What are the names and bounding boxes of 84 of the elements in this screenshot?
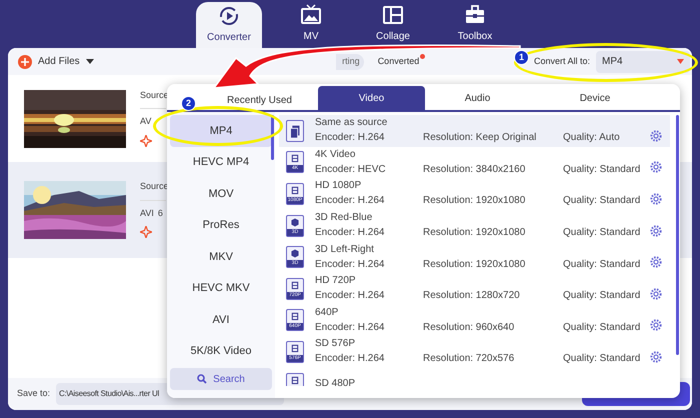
- quality-text: Quality: Auto: [563, 132, 620, 144]
- quality-text: Quality: Standard: [563, 227, 640, 240]
- resolution-text: Resolution: 1920x1080: [423, 227, 526, 240]
- preset-name: 640P: [315, 306, 340, 319]
- status-tab[interactable]: rting: [336, 54, 364, 70]
- settings-icon: [650, 192, 662, 205]
- settings-icon: [650, 161, 662, 174]
- scrollbar-thumb[interactable]: [676, 115, 679, 355]
- encoder-text: Encoder: H.264: [315, 132, 386, 144]
- encoder-text: Encoder: H.264: [315, 322, 386, 334]
- add-files-button[interactable]: Add Files: [18, 54, 94, 69]
- quality-text: Quality: Standard: [563, 353, 640, 366]
- encoder-text: Encoder: H.264: [315, 353, 386, 366]
- quality-text: Quality: Standard: [563, 195, 640, 208]
- caret-icon: [677, 59, 684, 64]
- preset-name: HD 1080P: [315, 180, 362, 192]
- resolution-text: Resolution: Keep Original: [423, 132, 538, 144]
- quality-text: Quality: Standard: [563, 322, 640, 334]
- settings-icon: [650, 350, 662, 363]
- encoder-text: Encoder: H.264: [315, 227, 386, 240]
- preset-name: 3D Red-Blue: [315, 212, 374, 224]
- converter-icon: [218, 5, 240, 27]
- format-category[interactable]: MP4: [170, 115, 272, 146]
- format-tab[interactable]: Audio: [425, 86, 530, 110]
- settings-icon: [650, 319, 662, 332]
- resolution-text: Resolution: 1280x720: [423, 290, 521, 302]
- resolution-text: Resolution: 1920x1080: [423, 195, 526, 208]
- quality-text: Quality: Standard: [563, 290, 640, 302]
- search-icon: [197, 374, 208, 384]
- resolution-text: Resolution: 1920x1080: [423, 258, 526, 271]
- nav-tab[interactable]: Collage: [360, 4, 426, 44]
- format-category[interactable]: ProRes: [170, 210, 272, 241]
- preset-name: Same as source: [315, 117, 388, 130]
- save-to-label: Save to:: [17, 387, 50, 400]
- sparkle-icon: [140, 134, 152, 146]
- tv-icon: [300, 4, 322, 26]
- encoder-text: Encoder: H.264: [315, 195, 386, 208]
- resolution-text: Resolution: 720x576: [423, 353, 516, 366]
- layout-icon: [382, 4, 404, 26]
- format-category[interactable]: AVI: [170, 304, 272, 336]
- quality-text: Quality: Standard: [563, 258, 640, 271]
- resolution-text: Resolution: 960x640: [423, 322, 516, 334]
- scrollbar-thumb[interactable]: [271, 115, 274, 160]
- size-label: 6: [158, 206, 163, 220]
- settings-icon: [650, 288, 662, 300]
- preset-name: SD 576P: [315, 338, 356, 350]
- format-tab[interactable]: Recently Used: [220, 90, 318, 110]
- search-button[interactable]: Search: [170, 368, 272, 390]
- format-dropdown[interactable]: MP4: [596, 50, 690, 72]
- preset-row[interactable]: Same as source Encoder: H.264 Resolution: Keep Original Quality: Auto: [279, 115, 670, 147]
- preset-name: HD 720P: [315, 275, 357, 288]
- format-category[interactable]: MKV: [170, 241, 272, 272]
- format-category[interactable]: MOV: [170, 178, 272, 210]
- format-category[interactable]: HEVC MP4: [170, 146, 272, 178]
- format-tab[interactable]: Device: [530, 86, 660, 110]
- format-category[interactable]: HEVC MKV: [170, 272, 272, 304]
- settings-icon: [650, 130, 662, 142]
- format-label: AVI: [140, 206, 154, 220]
- preset-row[interactable]: SD 480P: [279, 368, 670, 386]
- encoder-text: Encoder: H.264: [315, 290, 386, 302]
- settings-icon: [650, 224, 662, 237]
- plus-icon: [18, 54, 32, 68]
- format-category[interactable]: 5K/8K Video: [170, 336, 272, 367]
- source-label: Source: [140, 88, 169, 102]
- preset-name: SD 480P: [315, 378, 356, 386]
- resolution-text: Resolution: 3840x2160: [423, 164, 526, 176]
- preset-name: 3D Left-Right: [315, 244, 375, 256]
- convert-all-label: Convert All to:: [534, 54, 590, 68]
- format-label: AV: [140, 115, 152, 128]
- format-tab[interactable]: Video: [318, 86, 425, 110]
- quality-text: Quality: Standard: [563, 164, 640, 176]
- toolbox-icon: [464, 4, 486, 26]
- status-tab[interactable]: Converted: [378, 54, 420, 70]
- caret-icon: [86, 58, 94, 64]
- nav-tab[interactable]: MV: [278, 4, 344, 44]
- encoder-text: Encoder: H.264: [315, 258, 386, 271]
- sparkle-icon: [140, 226, 152, 238]
- preset-name: 4K Video: [315, 148, 356, 161]
- format-icon: [286, 120, 304, 142]
- encoder-text: Encoder: HEVC: [315, 164, 387, 176]
- settings-icon: [650, 256, 662, 268]
- nav-tab[interactable]: Converter: [196, 2, 262, 48]
- nav-tab[interactable]: Toolbox: [442, 4, 508, 44]
- source-label: Source: [140, 180, 169, 193]
